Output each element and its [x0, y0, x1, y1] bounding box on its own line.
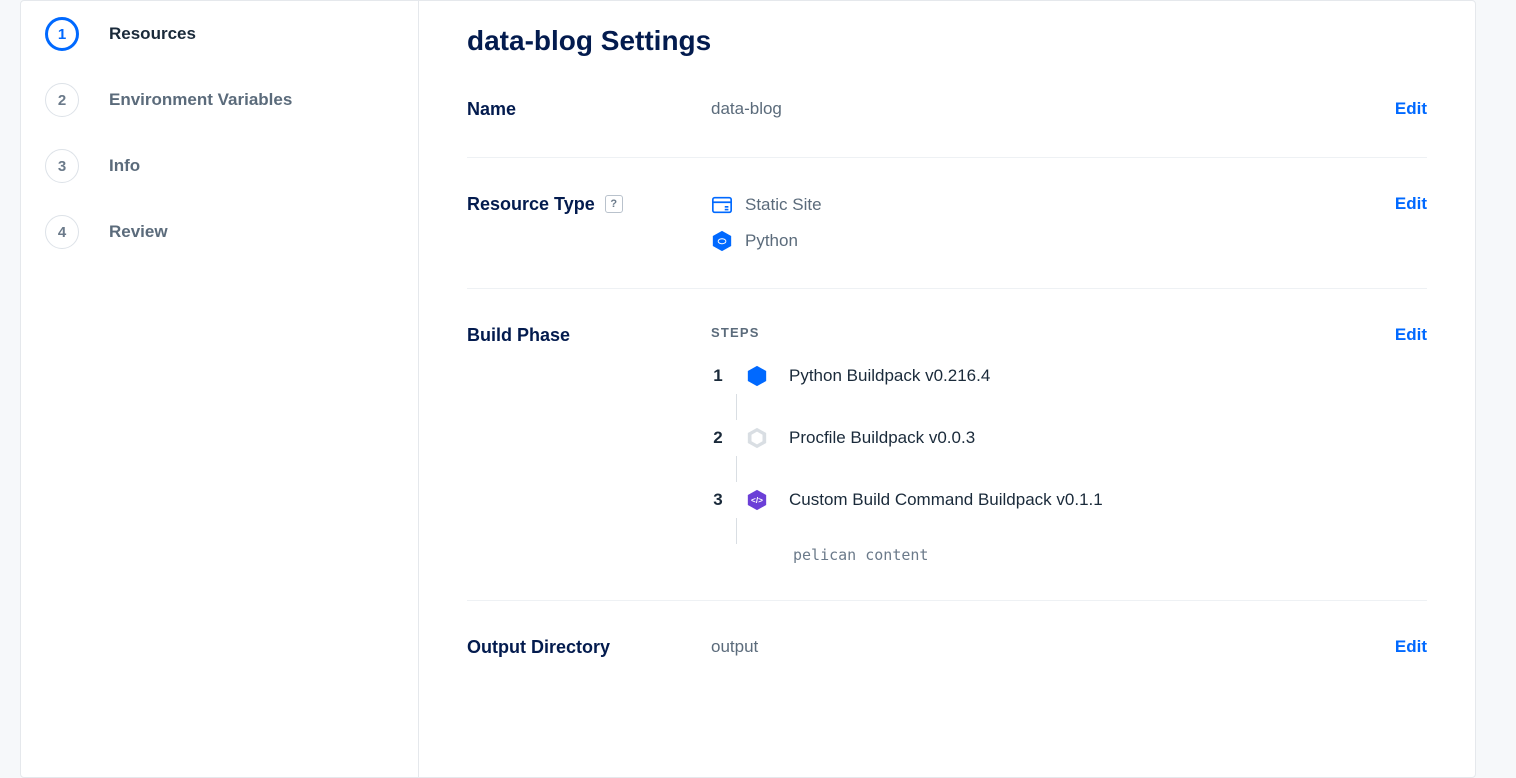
build-step-python: 1 Python Buildpack v0.216.4 — [711, 364, 1395, 388]
wizard-step-label: Review — [109, 222, 168, 242]
resource-type-label-text: Resource Type — [467, 194, 595, 216]
svg-text:⬭: ⬭ — [717, 236, 727, 247]
page-title: data-blog Settings — [467, 25, 1427, 57]
wizard-step-info[interactable]: 3 Info — [21, 133, 418, 199]
procfile-icon — [745, 426, 769, 450]
build-step-number: 1 — [711, 366, 725, 386]
resource-type-values: Static Site ⬭ Python — [711, 194, 1395, 252]
build-step-custom-build: 3 </> Custom Build Command Buildpack v0.… — [711, 488, 1395, 512]
python-icon — [745, 364, 769, 388]
step-connector — [736, 394, 737, 420]
wizard-step-label: Info — [109, 156, 140, 176]
resource-type-text: Static Site — [745, 195, 822, 215]
wizard-step-resources[interactable]: 1 Resources — [21, 1, 418, 67]
wizard-step-label: Environment Variables — [109, 90, 292, 110]
python-icon: ⬭ — [711, 230, 733, 252]
section-build-phase: Build Phase STEPS 1 Python Buildpack v0.… — [467, 325, 1427, 601]
section-label-name: Name — [467, 99, 711, 121]
name-value: data-blog — [711, 99, 1395, 119]
section-label-build-phase: Build Phase — [467, 325, 711, 347]
edit-name-button[interactable]: Edit — [1395, 99, 1427, 119]
wizard-step-environment-variables[interactable]: 2 Environment Variables — [21, 67, 418, 133]
static-site-icon — [711, 194, 733, 216]
edit-output-directory-button[interactable]: Edit — [1395, 637, 1427, 657]
build-step-name: Custom Build Command Buildpack v0.1.1 — [789, 490, 1103, 510]
resource-type-text: Python — [745, 231, 798, 251]
wizard-step-label: Resources — [109, 24, 196, 44]
section-output-directory: Output Directory output Edit — [467, 637, 1427, 695]
section-label-resource-type: Resource Type ? — [467, 194, 711, 216]
output-directory-value: output — [711, 637, 1395, 657]
build-step-command: pelican content — [793, 546, 1395, 564]
wizard-step-review[interactable]: 4 Review — [21, 199, 418, 265]
section-label-output-directory: Output Directory — [467, 637, 711, 659]
steps-heading: STEPS — [711, 325, 1395, 340]
section-name: Name data-blog Edit — [467, 99, 1427, 158]
wizard-step-number: 1 — [45, 17, 79, 51]
wizard-step-number: 4 — [45, 215, 79, 249]
custom-build-icon: </> — [745, 488, 769, 512]
wizard-step-number: 2 — [45, 83, 79, 117]
build-phase-content: STEPS 1 Python Buildpack v0.216.4 — [711, 325, 1395, 564]
svg-text:</>: </> — [751, 496, 763, 505]
help-icon[interactable]: ? — [605, 195, 623, 213]
build-step-number: 3 — [711, 490, 725, 510]
edit-resource-type-button[interactable]: Edit — [1395, 194, 1427, 214]
page-root: 1 Resources 2 Environment Variables 3 In… — [0, 0, 1516, 778]
wizard-stepper: 1 Resources 2 Environment Variables 3 In… — [21, 1, 419, 777]
step-connector — [736, 456, 737, 482]
build-step-procfile: 2 Procfile Buildpack v0.0.3 — [711, 426, 1395, 450]
resource-type-python: ⬭ Python — [711, 230, 1395, 252]
build-step-number: 2 — [711, 428, 725, 448]
wizard-step-number: 3 — [45, 149, 79, 183]
section-resource-type: Resource Type ? Static Si — [467, 194, 1427, 289]
edit-build-phase-button[interactable]: Edit — [1395, 325, 1427, 345]
build-step-name: Python Buildpack v0.216.4 — [789, 366, 990, 386]
settings-main: data-blog Settings Name data-blog Edit R… — [419, 1, 1475, 777]
step-connector — [736, 518, 737, 544]
resource-type-static-site: Static Site — [711, 194, 1395, 216]
settings-card: 1 Resources 2 Environment Variables 3 In… — [20, 0, 1476, 778]
build-step-name: Procfile Buildpack v0.0.3 — [789, 428, 975, 448]
